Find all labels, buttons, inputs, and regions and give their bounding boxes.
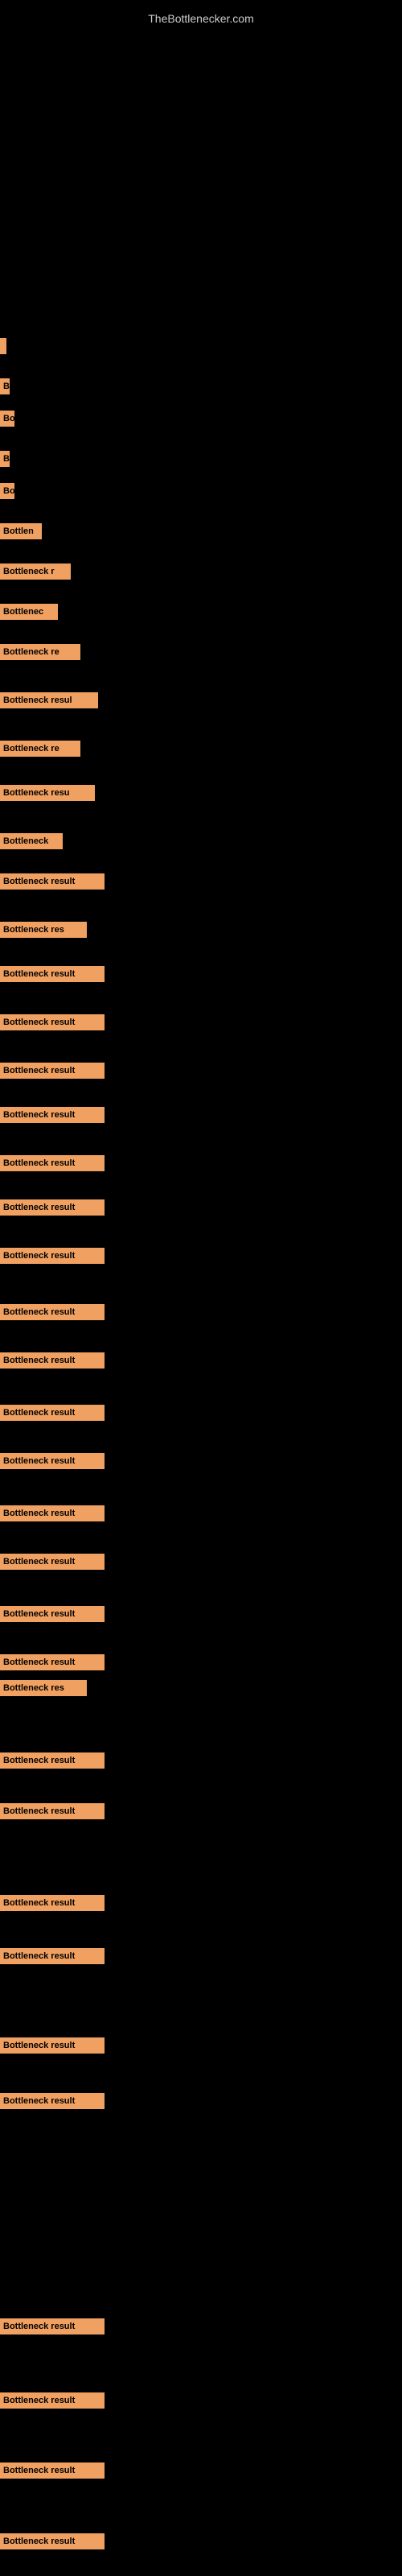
bar-label-26: Bottleneck result xyxy=(0,1453,105,1469)
bar-label-16: Bottleneck result xyxy=(0,966,105,982)
bar-label-7: Bottleneck r xyxy=(0,564,71,580)
bar-item-29: Bottleneck result xyxy=(0,1606,105,1626)
bar-item-9: Bottleneck re xyxy=(0,644,80,664)
bar-label-20: Bottleneck result xyxy=(0,1155,105,1171)
bar-label-8: Bottlenec xyxy=(0,604,58,620)
site-title: TheBottlenecker.com xyxy=(0,4,402,33)
bar-label-2: B xyxy=(0,378,10,394)
bar-label-19: Bottleneck result xyxy=(0,1107,105,1123)
bar-label-14: Bottleneck result xyxy=(0,873,105,890)
bar-item-19: Bottleneck result xyxy=(0,1107,105,1127)
bar-label-28: Bottleneck result xyxy=(0,1554,105,1570)
bar-item-25: Bottleneck result xyxy=(0,1405,105,1425)
bar-label-5: Bo xyxy=(0,483,14,499)
bar-item-39: Bottleneck result xyxy=(0,2392,105,2413)
bar-item-18: Bottleneck result xyxy=(0,1063,105,1083)
bar-label-18: Bottleneck result xyxy=(0,1063,105,1079)
bar-item-12: Bottleneck resu xyxy=(0,785,95,805)
bar-label-15: Bottleneck res xyxy=(0,922,87,938)
bar-label-32: Bottleneck result xyxy=(0,1752,105,1769)
bar-item-10: Bottleneck resul xyxy=(0,692,98,712)
bar-item-33: Bottleneck result xyxy=(0,1803,105,1823)
bar-item-34: Bottleneck result xyxy=(0,1895,105,1915)
bar-item-32: Bottleneck result xyxy=(0,1752,105,1773)
bar-label-30: Bottleneck result xyxy=(0,1654,105,1670)
bar-item-28: Bottleneck result xyxy=(0,1554,105,1574)
bar-item-5: Bo xyxy=(0,483,14,503)
bar-label-22: Bottleneck result xyxy=(0,1248,105,1264)
bar-item-21: Bottleneck result xyxy=(0,1199,105,1220)
bar-item-24: Bottleneck result xyxy=(0,1352,105,1373)
bar-item-7: Bottleneck r xyxy=(0,564,71,584)
bar-item-15: Bottleneck res xyxy=(0,922,87,942)
bar-item-35: Bottleneck result xyxy=(0,1948,105,1968)
bar-item-22: Bottleneck result xyxy=(0,1248,105,1268)
bar-item-2: B xyxy=(0,378,10,398)
bar-item-8: Bottlenec xyxy=(0,604,58,624)
bar-label-21: Bottleneck result xyxy=(0,1199,105,1216)
bar-item-11: Bottleneck re xyxy=(0,741,80,761)
bar-item-38: Bottleneck result xyxy=(0,2318,105,2339)
bar-label-25: Bottleneck result xyxy=(0,1405,105,1421)
bar-item-1 xyxy=(0,338,6,358)
bar-label-17: Bottleneck result xyxy=(0,1014,105,1030)
bar-label-38: Bottleneck result xyxy=(0,2318,105,2334)
bar-item-20: Bottleneck result xyxy=(0,1155,105,1175)
bar-item-14: Bottleneck result xyxy=(0,873,105,894)
bar-item-27: Bottleneck result xyxy=(0,1505,105,1525)
bar-label-34: Bottleneck result xyxy=(0,1895,105,1911)
bar-label-27: Bottleneck result xyxy=(0,1505,105,1521)
bar-item-13: Bottleneck xyxy=(0,833,63,853)
bar-item-31: Bottleneck res xyxy=(0,1680,87,1700)
bar-label-41: Bottleneck result xyxy=(0,2533,105,2549)
bar-label-12: Bottleneck resu xyxy=(0,785,95,801)
bar-item-3: Bo xyxy=(0,411,14,431)
bar-label-10: Bottleneck resul xyxy=(0,692,98,708)
bar-item-37: Bottleneck result xyxy=(0,2093,105,2113)
bar-item-41: Bottleneck result xyxy=(0,2533,105,2553)
bar-label-29: Bottleneck result xyxy=(0,1606,105,1622)
bar-item-6: Bottlen xyxy=(0,523,42,543)
bar-item-40: Bottleneck result xyxy=(0,2462,105,2483)
bar-label-3: Bo xyxy=(0,411,14,427)
bar-label-36: Bottleneck result xyxy=(0,2037,105,2054)
bar-label-35: Bottleneck result xyxy=(0,1948,105,1964)
bar-label-33: Bottleneck result xyxy=(0,1803,105,1819)
bar-label-9: Bottleneck re xyxy=(0,644,80,660)
bar-label-1 xyxy=(0,338,6,354)
bar-item-4: B xyxy=(0,451,10,471)
bar-item-16: Bottleneck result xyxy=(0,966,105,986)
bar-item-26: Bottleneck result xyxy=(0,1453,105,1473)
bar-item-36: Bottleneck result xyxy=(0,2037,105,2058)
bar-label-4: B xyxy=(0,451,10,467)
bar-label-39: Bottleneck result xyxy=(0,2392,105,2409)
bar-label-31: Bottleneck res xyxy=(0,1680,87,1696)
bar-label-40: Bottleneck result xyxy=(0,2462,105,2479)
bar-label-11: Bottleneck re xyxy=(0,741,80,757)
bar-item-23: Bottleneck result xyxy=(0,1304,105,1324)
bar-label-37: Bottleneck result xyxy=(0,2093,105,2109)
bar-item-30: Bottleneck result xyxy=(0,1654,105,1674)
bar-label-13: Bottleneck xyxy=(0,833,63,849)
bar-label-24: Bottleneck result xyxy=(0,1352,105,1368)
bar-label-6: Bottlen xyxy=(0,523,42,539)
bar-item-17: Bottleneck result xyxy=(0,1014,105,1034)
bar-label-23: Bottleneck result xyxy=(0,1304,105,1320)
